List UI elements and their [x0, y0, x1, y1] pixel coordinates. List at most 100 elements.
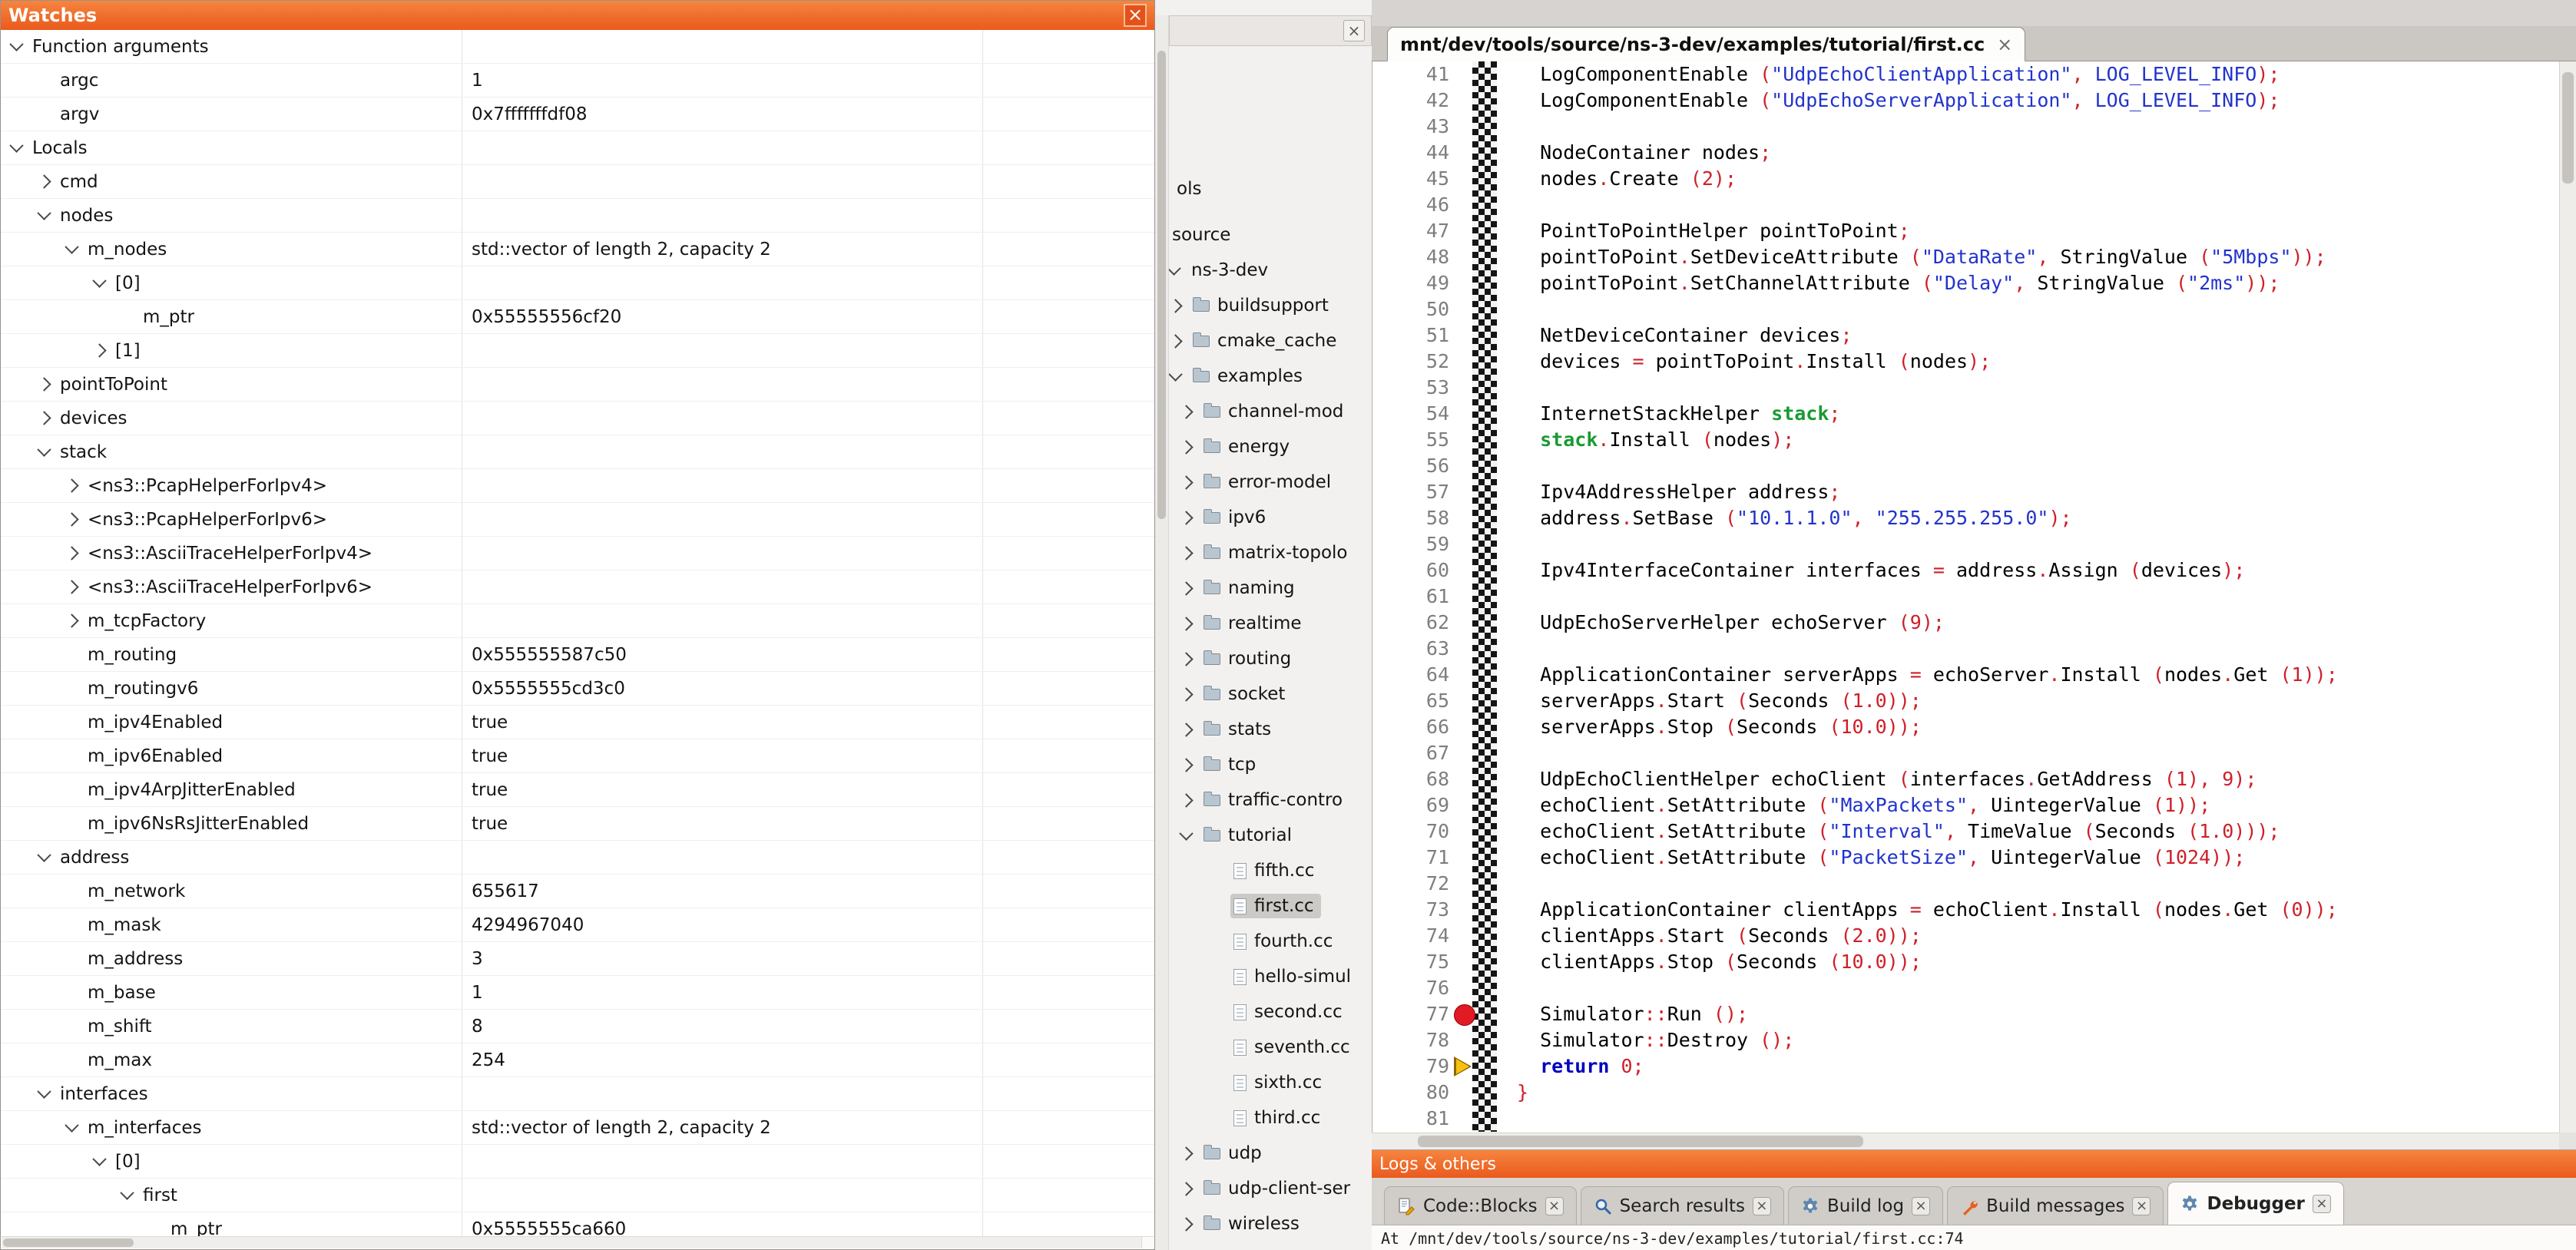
- expand-icon[interactable]: [1179, 511, 1193, 524]
- line-number[interactable]: 44: [1372, 140, 1449, 166]
- breakpoint-gutter[interactable]: [1449, 453, 1472, 479]
- expand-icon[interactable]: [65, 580, 78, 594]
- tree-item-realtime[interactable]: realtime: [1169, 606, 1372, 641]
- code-line[interactable]: 75 clientApps.Stop (Seconds (10.0));: [1372, 949, 2559, 975]
- code-area[interactable]: 41 LogComponentEnable ("UdpEchoClientApp…: [1372, 61, 2559, 1133]
- breakpoint-gutter[interactable]: [1449, 845, 1472, 871]
- code-line[interactable]: 48 pointToPoint.SetDeviceAttribute ("Dat…: [1372, 244, 2559, 270]
- line-number[interactable]: 51: [1372, 322, 1449, 349]
- code-line[interactable]: 79 return 0;: [1372, 1053, 2559, 1080]
- expand-icon[interactable]: [1179, 1182, 1193, 1195]
- watches-close-button[interactable]: ×: [1124, 4, 1147, 27]
- watches-titlebar[interactable]: Watches ×: [1, 1, 1154, 30]
- logs-tab-debugger[interactable]: Debugger×: [2167, 1182, 2343, 1225]
- collapse-icon[interactable]: [37, 206, 51, 220]
- watch-row[interactable]: <ns3::AsciiTraceHelperForIpv4>: [1, 537, 1154, 570]
- tree-item-cmake-cache[interactable]: cmake_cache: [1169, 323, 1372, 359]
- watch-row[interactable]: m_network655617: [1, 875, 1154, 908]
- breakpoint-gutter[interactable]: [1449, 975, 1472, 1001]
- line-number[interactable]: 61: [1372, 584, 1449, 610]
- code-line[interactable]: 49 pointToPoint.SetChannelAttribute ("De…: [1372, 270, 2559, 296]
- collapse-icon[interactable]: [120, 1186, 134, 1199]
- tree-item-source[interactable]: source: [1169, 217, 1372, 253]
- tree-item-first-cc[interactable]: first.cc: [1169, 888, 1372, 924]
- breakpoint-gutter[interactable]: [1449, 375, 1472, 401]
- tree-item-routing[interactable]: routing: [1169, 641, 1372, 676]
- tree-item-third-cc[interactable]: third.cc: [1169, 1100, 1372, 1136]
- tree-item-matrix-topolo[interactable]: matrix-topolo: [1169, 535, 1372, 570]
- breakpoint-gutter[interactable]: [1449, 714, 1472, 740]
- line-number[interactable]: 65: [1372, 688, 1449, 714]
- line-number[interactable]: 48: [1372, 244, 1449, 270]
- collapse-icon[interactable]: [65, 1118, 78, 1132]
- expand-icon[interactable]: [1179, 440, 1193, 454]
- code-line[interactable]: 54 InternetStackHelper stack;: [1372, 401, 2559, 427]
- line-number[interactable]: 64: [1372, 662, 1449, 688]
- expand-icon[interactable]: [1169, 299, 1183, 312]
- watch-row[interactable]: stack: [1, 435, 1154, 469]
- watch-row[interactable]: m_tcpFactory: [1, 604, 1154, 638]
- breakpoint-gutter[interactable]: [1449, 244, 1472, 270]
- watch-row[interactable]: <ns3::PcapHelperForIpv4>: [1, 469, 1154, 503]
- expand-icon[interactable]: [1179, 758, 1193, 772]
- code-line[interactable]: 60 Ipv4InterfaceContainer interfaces = a…: [1372, 557, 2559, 584]
- collapse-icon[interactable]: [1179, 826, 1193, 840]
- collapse-icon[interactable]: [92, 1152, 106, 1166]
- code-line[interactable]: 78 Simulator::Destroy ();: [1372, 1027, 2559, 1053]
- tree-item-tutorial[interactable]: tutorial: [1169, 818, 1372, 853]
- watch-row[interactable]: argv0x7fffffffdf08: [1, 98, 1154, 131]
- watch-row[interactable]: devices: [1, 402, 1154, 435]
- expand-icon[interactable]: [1179, 546, 1193, 560]
- breakpoint-gutter[interactable]: [1449, 688, 1472, 714]
- breakpoint-gutter[interactable]: [1449, 871, 1472, 897]
- code-line[interactable]: 74 clientApps.Start (Seconds (2.0));: [1372, 923, 2559, 949]
- line-number[interactable]: 52: [1372, 349, 1449, 375]
- projects-close-button[interactable]: ×: [1343, 20, 1365, 41]
- breakpoint-gutter[interactable]: [1449, 322, 1472, 349]
- collapse-icon[interactable]: [37, 1084, 51, 1098]
- watch-row[interactable]: <ns3::PcapHelperForIpv6>: [1, 503, 1154, 537]
- tree-item-second-cc[interactable]: second.cc: [1169, 994, 1372, 1030]
- breakpoint-gutter[interactable]: [1449, 218, 1472, 244]
- logs-tab-search-results[interactable]: Search results×: [1581, 1186, 1784, 1225]
- breakpoint-gutter[interactable]: [1449, 349, 1472, 375]
- scrollbar-thumb[interactable]: [3, 1238, 134, 1247]
- watch-row[interactable]: [0]: [1, 266, 1154, 300]
- line-number[interactable]: 70: [1372, 818, 1449, 845]
- tree-item-fifth-cc[interactable]: fifth.cc: [1169, 853, 1372, 888]
- watch-row[interactable]: m_ipv6NsRsJitterEnabledtrue: [1, 807, 1154, 841]
- close-icon[interactable]: ×: [2132, 1197, 2151, 1215]
- collapse-icon[interactable]: [37, 442, 51, 456]
- line-number[interactable]: 63: [1372, 636, 1449, 662]
- tree-item-socket[interactable]: socket: [1169, 676, 1372, 712]
- watch-row[interactable]: m_address3: [1, 942, 1154, 976]
- breakpoint-marker[interactable]: [1449, 1001, 1472, 1027]
- tree-item-seventh-cc[interactable]: seventh.cc: [1169, 1030, 1372, 1065]
- code-line[interactable]: 63: [1372, 636, 2559, 662]
- close-icon[interactable]: ×: [1997, 34, 2012, 55]
- line-number[interactable]: 81: [1372, 1106, 1449, 1132]
- code-line[interactable]: 73 ApplicationContainer clientApps = ech…: [1372, 897, 2559, 923]
- expand-icon[interactable]: [1179, 475, 1193, 489]
- code-line[interactable]: 70 echoClient.SetAttribute ("Interval", …: [1372, 818, 2559, 845]
- watch-row[interactable]: interfaces: [1, 1077, 1154, 1111]
- tree-item-buildsupport[interactable]: buildsupport: [1169, 288, 1372, 323]
- watch-row[interactable]: m_shift8: [1, 1010, 1154, 1043]
- watch-row[interactable]: m_base1: [1, 976, 1154, 1010]
- line-number[interactable]: 56: [1372, 453, 1449, 479]
- breakpoint-gutter[interactable]: [1449, 897, 1472, 923]
- tree-item-stats[interactable]: stats: [1169, 712, 1372, 747]
- logs-tab-build-log[interactable]: Build log×: [1788, 1186, 1943, 1225]
- breakpoint-gutter[interactable]: [1449, 818, 1472, 845]
- code-line[interactable]: 72: [1372, 871, 2559, 897]
- close-icon[interactable]: ×: [2313, 1195, 2331, 1213]
- tree-item-udp-client-ser[interactable]: udp-client-ser: [1169, 1171, 1372, 1206]
- code-line[interactable]: 47 PointToPointHelper pointToPoint;: [1372, 218, 2559, 244]
- code-line[interactable]: 50: [1372, 296, 2559, 322]
- code-line[interactable]: 51 NetDeviceContainer devices;: [1372, 322, 2559, 349]
- watch-row[interactable]: m_routingv60x5555555cd3c0: [1, 672, 1154, 706]
- tree-item-ipv6[interactable]: ipv6: [1169, 500, 1372, 535]
- code-line[interactable]: 66 serverApps.Stop (Seconds (10.0));: [1372, 714, 2559, 740]
- scrollbar-thumb[interactable]: [1418, 1136, 1863, 1147]
- expand-icon[interactable]: [65, 512, 78, 526]
